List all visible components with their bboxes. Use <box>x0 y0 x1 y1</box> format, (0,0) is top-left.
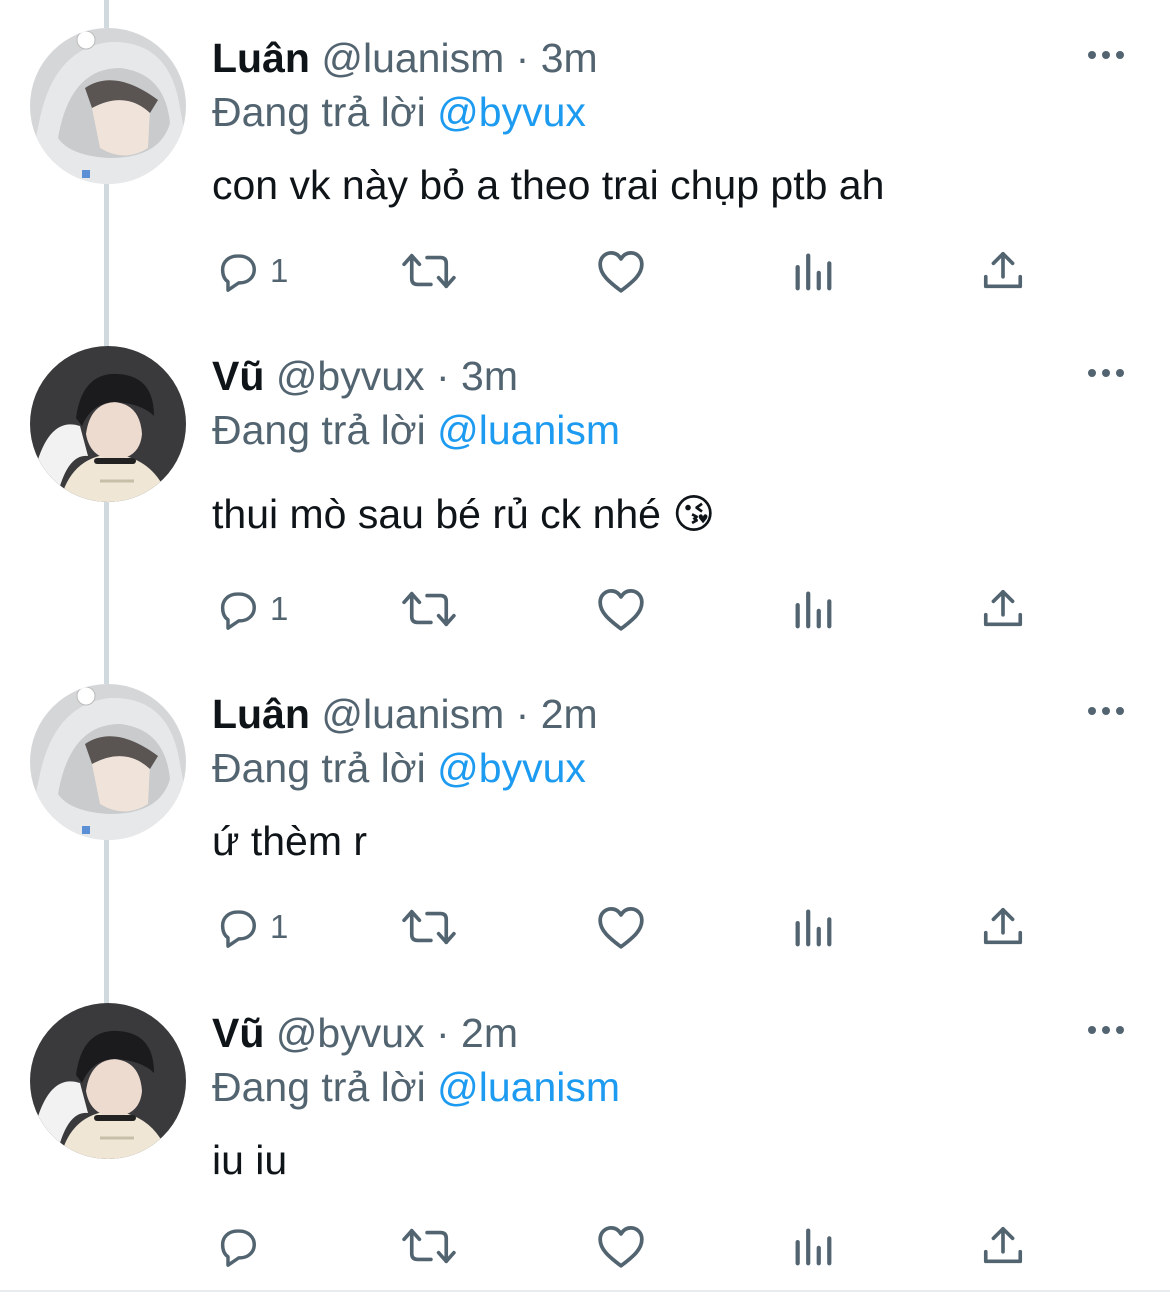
like-button[interactable] <box>596 579 646 639</box>
user-handle[interactable]: @byvux <box>276 1010 425 1056</box>
tweet-text: con vk này bỏ a theo trai chụp ptb ah <box>212 162 885 208</box>
replying-to: Đang trả lời @byvux <box>212 744 586 792</box>
user-handle[interactable]: @byvux <box>276 353 425 399</box>
avatar[interactable] <box>30 28 186 184</box>
tweet[interactable]: Luân @luanism · 2m Đang trả lời @byvux ứ… <box>0 656 1170 974</box>
display-name[interactable]: Luân <box>212 691 310 737</box>
retweet-button[interactable] <box>400 241 458 301</box>
display-name[interactable]: Vũ <box>212 353 264 399</box>
replying-to: Đang trả lời @byvux <box>212 88 586 136</box>
tweet[interactable]: Luân @luanism · 3m Đang trả lời @byvux c… <box>0 0 1170 318</box>
analytics-icon <box>795 1228 832 1266</box>
separator-dot: · <box>435 1010 450 1056</box>
reply-icon <box>220 1229 256 1267</box>
mention-link[interactable]: @byvux <box>437 745 586 791</box>
heart-icon <box>598 1226 644 1268</box>
tweet-text: thui mò sau bé rủ ck nhé 😘 <box>212 490 715 538</box>
views-button[interactable] <box>792 241 834 301</box>
tweet-header: Vũ @byvux · 3m <box>212 352 518 400</box>
avatar[interactable] <box>30 346 186 502</box>
timestamp[interactable]: 3m <box>541 35 598 81</box>
user-handle[interactable]: @luanism <box>321 691 504 737</box>
reply-count: 1 <box>270 252 289 289</box>
tweet-actions: 1 <box>0 241 1170 301</box>
tweet[interactable]: Vũ @byvux · 3m Đang trả lời @luanism thu… <box>0 318 1170 636</box>
tweet-header: Luân @luanism · 2m <box>212 690 598 738</box>
retweet-icon <box>402 909 456 945</box>
tweet-actions: 1 <box>0 897 1170 957</box>
replying-prefix: Đang trả lời <box>212 89 426 135</box>
retweet-button[interactable] <box>400 579 458 639</box>
more-options-icon[interactable] <box>1084 40 1128 70</box>
more-options-icon[interactable] <box>1084 696 1128 726</box>
tweet[interactable]: Vũ @byvux · 2m Đang trả lời @luanism iu … <box>0 975 1170 1293</box>
tweet-text-body: thui mò sau bé rủ ck nhé <box>212 491 661 537</box>
heart-icon <box>598 589 644 631</box>
more-options-icon[interactable] <box>1084 358 1128 388</box>
replying-prefix: Đang trả lời <box>212 407 426 453</box>
timestamp[interactable]: 2m <box>541 691 598 737</box>
reply-button[interactable] <box>214 1216 270 1276</box>
tweet-actions <box>0 1216 1170 1276</box>
heart-icon <box>598 251 644 293</box>
reply-button[interactable]: 1 <box>214 579 288 639</box>
avatar[interactable] <box>30 1003 186 1159</box>
separator-dot: · <box>435 353 450 399</box>
share-icon <box>983 907 1023 945</box>
replying-prefix: Đang trả lời <box>212 745 426 791</box>
divider <box>0 1290 1170 1292</box>
display-name[interactable]: Vũ <box>212 1010 264 1056</box>
share-icon <box>983 589 1023 627</box>
share-button[interactable] <box>980 241 1026 301</box>
like-button[interactable] <box>596 241 646 301</box>
timestamp[interactable]: 3m <box>461 353 518 399</box>
reply-button[interactable]: 1 <box>214 897 288 957</box>
retweet-icon <box>402 591 456 627</box>
views-button[interactable] <box>792 1216 834 1276</box>
views-button[interactable] <box>792 897 834 957</box>
reply-button[interactable]: 1 <box>214 241 288 301</box>
mention-link[interactable]: @byvux <box>437 89 586 135</box>
reply-icon <box>220 254 256 292</box>
share-icon <box>983 251 1023 289</box>
mention-link[interactable]: @luanism <box>437 1064 620 1110</box>
share-button[interactable] <box>980 579 1026 639</box>
kiss-emoji: 😘 <box>672 491 716 537</box>
retweet-icon <box>402 1228 456 1264</box>
separator-dot: · <box>515 691 530 737</box>
reply-count: 1 <box>270 908 289 945</box>
heart-icon <box>598 907 644 949</box>
tweet-text: iu iu <box>212 1137 288 1183</box>
timestamp[interactable]: 2m <box>461 1010 518 1056</box>
user-handle[interactable]: @luanism <box>321 35 504 81</box>
replying-to: Đang trả lời @luanism <box>212 406 620 454</box>
retweet-button[interactable] <box>400 897 458 957</box>
share-button[interactable] <box>980 1216 1026 1276</box>
retweet-button[interactable] <box>400 1216 458 1276</box>
tweet-actions: 1 <box>0 579 1170 639</box>
like-button[interactable] <box>596 1216 646 1276</box>
views-button[interactable] <box>792 579 834 639</box>
reply-icon <box>220 592 256 630</box>
replying-prefix: Đang trả lời <box>212 1064 426 1110</box>
reply-icon <box>220 910 256 948</box>
avatar[interactable] <box>30 684 186 840</box>
display-name[interactable]: Luân <box>212 35 310 81</box>
analytics-icon <box>795 591 832 629</box>
more-options-icon[interactable] <box>1084 1015 1128 1045</box>
share-button[interactable] <box>980 897 1026 957</box>
reply-count: 1 <box>270 590 289 627</box>
like-button[interactable] <box>596 897 646 957</box>
tweet-header: Luân @luanism · 3m <box>212 34 598 82</box>
analytics-icon <box>795 253 832 291</box>
replying-to: Đang trả lời @luanism <box>212 1063 620 1111</box>
analytics-icon <box>795 909 832 947</box>
mention-link[interactable]: @luanism <box>437 407 620 453</box>
tweet-header: Vũ @byvux · 2m <box>212 1009 518 1057</box>
retweet-icon <box>402 253 456 289</box>
tweet-text: ứ thèm r <box>212 818 368 864</box>
share-icon <box>983 1226 1023 1264</box>
separator-dot: · <box>515 35 530 81</box>
